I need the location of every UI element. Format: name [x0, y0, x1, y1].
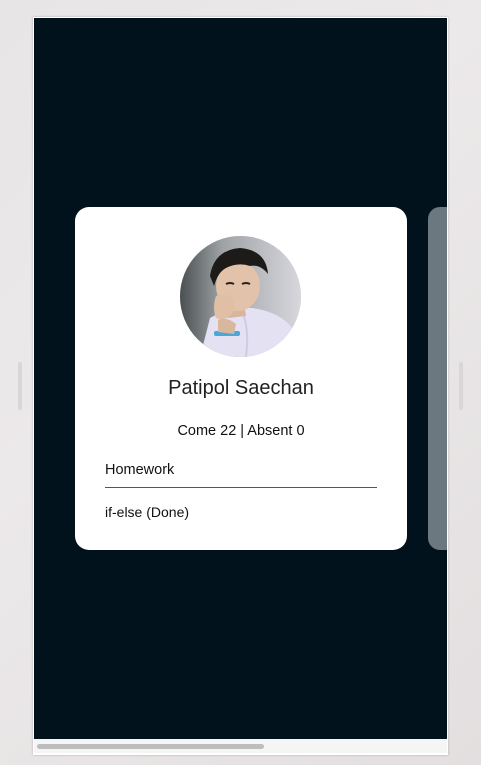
- left-side-handle: [18, 362, 22, 410]
- avatar-photo: [180, 236, 301, 357]
- student-name: Patipol Saechan: [168, 377, 314, 399]
- attendance-summary: Come 22 | Absent 0: [177, 423, 305, 439]
- homework-item[interactable]: if-else (Done): [105, 504, 189, 520]
- homework-heading: Homework: [105, 462, 175, 478]
- next-student-card[interactable]: [428, 207, 447, 550]
- app-viewport[interactable]: Patipol Saechan Come 22 | Absent 0 Homew…: [34, 18, 447, 739]
- device-frame: Patipol Saechan Come 22 | Absent 0 Homew…: [33, 17, 448, 755]
- homework-divider: [105, 487, 377, 488]
- student-avatar: [180, 236, 301, 357]
- student-card[interactable]: Patipol Saechan Come 22 | Absent 0 Homew…: [75, 207, 407, 550]
- right-side-handle: [459, 362, 463, 410]
- scrollbar-thumb[interactable]: [37, 744, 264, 749]
- horizontal-scrollbar[interactable]: [34, 739, 447, 753]
